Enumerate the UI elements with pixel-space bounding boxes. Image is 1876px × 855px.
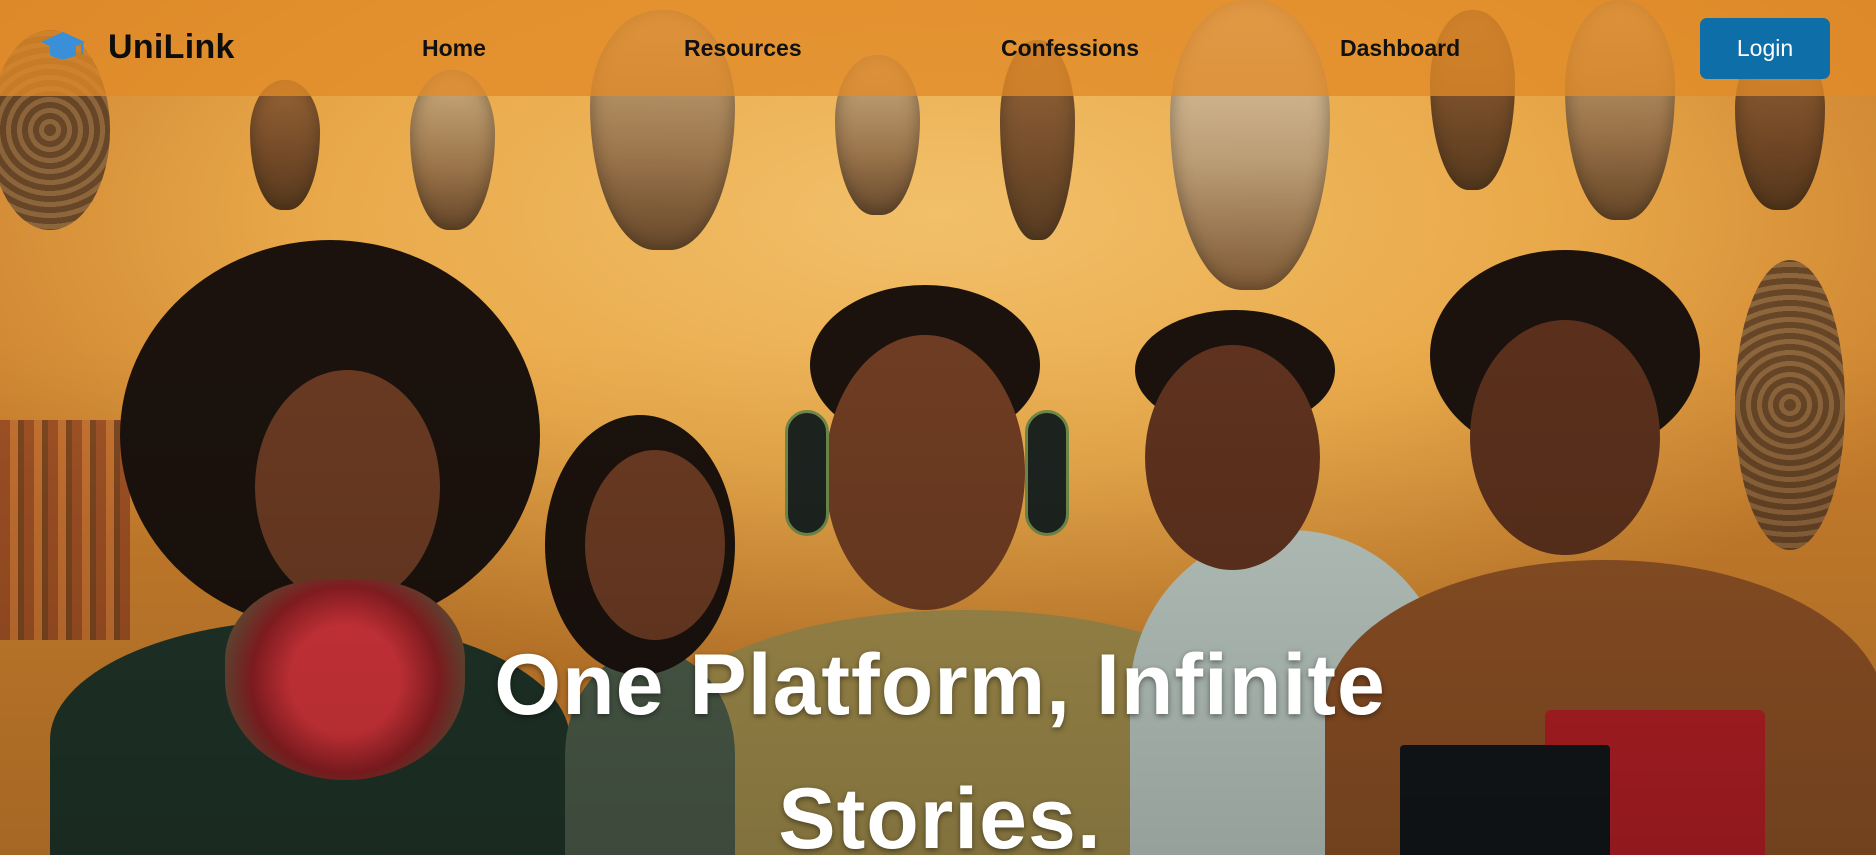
brand-logo[interactable]: UniLink xyxy=(40,22,235,72)
brand-name: UniLink xyxy=(108,27,235,66)
nav-link-home[interactable]: Home xyxy=(422,35,486,62)
graduation-cap-icon xyxy=(41,32,85,59)
nav-link-resources[interactable]: Resources xyxy=(684,35,802,62)
login-button[interactable]: Login xyxy=(1700,18,1830,79)
nav-link-confessions[interactable]: Confessions xyxy=(1001,35,1139,62)
top-navbar: UniLink Home Resources Confessions Dashb… xyxy=(0,0,1876,96)
hero-headline: One Platform, Infinite Stories. xyxy=(494,637,1386,855)
nav-link-dashboard[interactable]: Dashboard xyxy=(1340,35,1460,62)
